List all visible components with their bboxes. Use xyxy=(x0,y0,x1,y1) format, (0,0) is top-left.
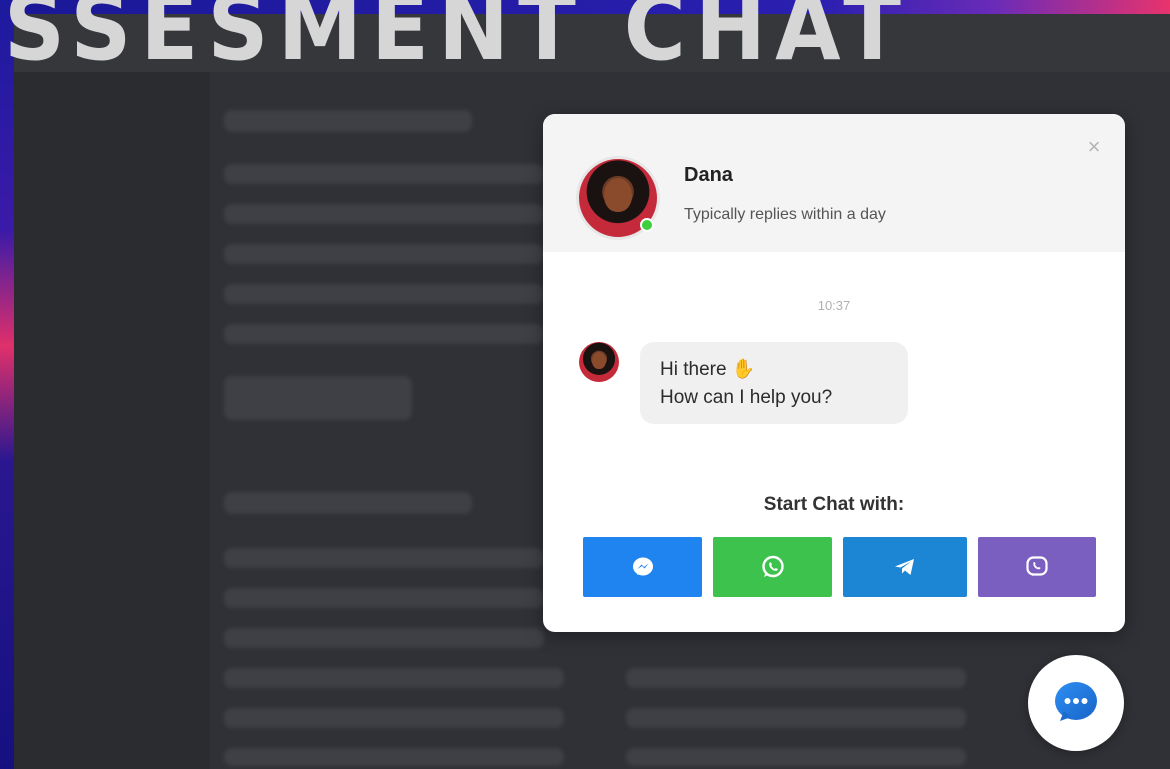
placeholder-line xyxy=(224,204,544,224)
placeholder-line xyxy=(224,492,472,514)
background-sidebar xyxy=(14,72,210,769)
message-line: How can I help you? xyxy=(660,387,833,408)
placeholder-line xyxy=(224,748,564,766)
chat-widget: Dana Typically replies within a day × 10… xyxy=(543,114,1125,632)
banner-frame-left xyxy=(0,0,14,769)
placeholder-line xyxy=(224,548,544,568)
message-line: Hi there ✋ xyxy=(660,356,888,384)
whatsapp-button[interactable] xyxy=(713,537,832,597)
telegram-button[interactable] xyxy=(843,537,967,597)
placeholder-line xyxy=(224,164,544,184)
online-status-dot xyxy=(640,218,654,232)
placeholder-line xyxy=(224,244,544,264)
placeholder-line xyxy=(626,708,966,728)
wave-emoji-icon: ✋ xyxy=(731,359,756,380)
banner-title: SSESMENT CHAT xyxy=(4,0,911,81)
placeholder-line xyxy=(626,748,966,766)
telegram-icon xyxy=(895,559,914,575)
agent-name: Dana xyxy=(684,164,733,186)
whatsapp-icon xyxy=(761,555,784,578)
viber-button[interactable] xyxy=(978,537,1096,597)
message-timestamp: 10:37 xyxy=(817,298,851,313)
placeholder-line xyxy=(224,284,544,304)
agent-status: Typically replies within a day xyxy=(684,206,886,223)
placeholder-line xyxy=(224,110,472,132)
message-text: Hi there xyxy=(660,359,727,380)
message-avatar xyxy=(579,342,619,382)
close-button[interactable]: × xyxy=(1081,134,1107,160)
chat-bubble-icon xyxy=(1055,682,1097,721)
messenger-icon xyxy=(632,557,653,576)
placeholder-line xyxy=(626,668,966,688)
placeholder-line xyxy=(224,668,564,688)
chat-launcher-button[interactable] xyxy=(1028,655,1124,751)
placeholder-button xyxy=(224,376,412,420)
placeholder-line xyxy=(224,628,544,648)
viber-icon xyxy=(1026,556,1048,576)
start-chat-label: Start Chat with: xyxy=(763,494,905,515)
placeholder-line xyxy=(224,708,564,728)
placeholder-line xyxy=(224,588,544,608)
placeholder-line xyxy=(224,324,544,344)
messenger-button[interactable] xyxy=(583,537,702,597)
message-bubble: Hi there ✋ How can I help you? xyxy=(640,342,908,424)
